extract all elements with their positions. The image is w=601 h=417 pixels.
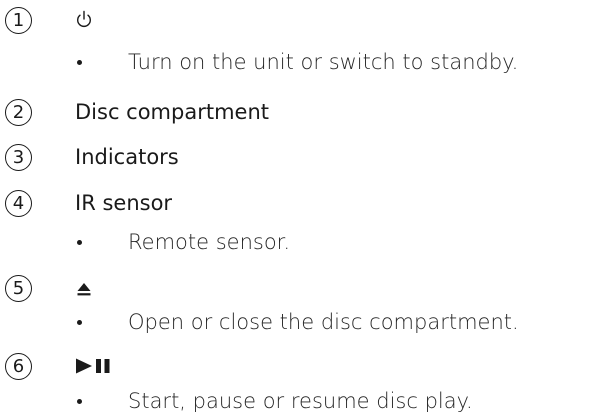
item-number: 4 xyxy=(5,190,32,217)
item-title: IR sensor xyxy=(75,191,173,215)
item-number: 2 xyxy=(5,99,32,126)
item-description: Open or close the disc compartment. xyxy=(128,310,519,334)
power-icon xyxy=(77,10,91,27)
item-description: Remote sensor. xyxy=(128,230,291,254)
item-number: 1 xyxy=(5,7,32,34)
bullet-dot xyxy=(77,60,82,65)
item-description: Start, pause or resume disc play. xyxy=(128,389,473,413)
eject-icon xyxy=(77,283,91,296)
bullet-dot xyxy=(77,320,82,325)
item-number: 6 xyxy=(5,353,32,380)
item-number: 3 xyxy=(5,144,32,171)
item-description: Turn on the unit or switch to standby. xyxy=(128,50,519,74)
item-title: Disc compartment xyxy=(75,100,270,124)
bullet-dot xyxy=(77,399,82,404)
bullet-dot xyxy=(77,240,82,245)
item-number: 5 xyxy=(5,275,32,302)
item-title: Indicators xyxy=(75,145,179,169)
play-pause-icon xyxy=(76,358,110,374)
